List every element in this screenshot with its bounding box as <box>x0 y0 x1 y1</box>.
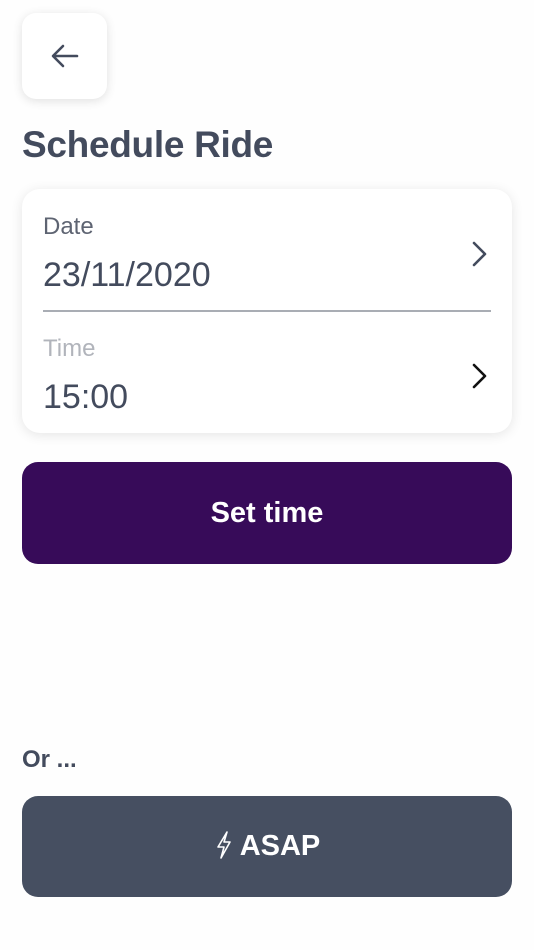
schedule-ride-screen: Schedule Ride Date 23/11/2020 Time 15:00… <box>0 0 534 950</box>
set-time-button[interactable]: Set time <box>22 462 512 564</box>
lightning-bolt-icon <box>216 830 231 859</box>
chevron-right-icon <box>472 241 487 267</box>
divider <box>43 310 491 312</box>
page-title: Schedule Ride <box>22 124 274 165</box>
asap-button[interactable]: ASAP <box>22 796 512 897</box>
back-button[interactable] <box>22 13 107 99</box>
date-row[interactable]: Date 23/11/2020 <box>43 201 491 311</box>
time-row[interactable]: Time 15:00 <box>43 323 491 433</box>
date-label: Date <box>43 213 94 240</box>
chevron-right-icon <box>472 363 487 389</box>
time-label: Time <box>43 335 96 362</box>
or-text: Or ... <box>22 746 77 773</box>
asap-label: ASAP <box>239 830 321 862</box>
time-value: 15:00 <box>43 378 129 416</box>
schedule-card: Date 23/11/2020 Time 15:00 <box>22 189 512 433</box>
date-value: 23/11/2020 <box>43 256 211 294</box>
arrow-left-icon <box>51 44 78 68</box>
